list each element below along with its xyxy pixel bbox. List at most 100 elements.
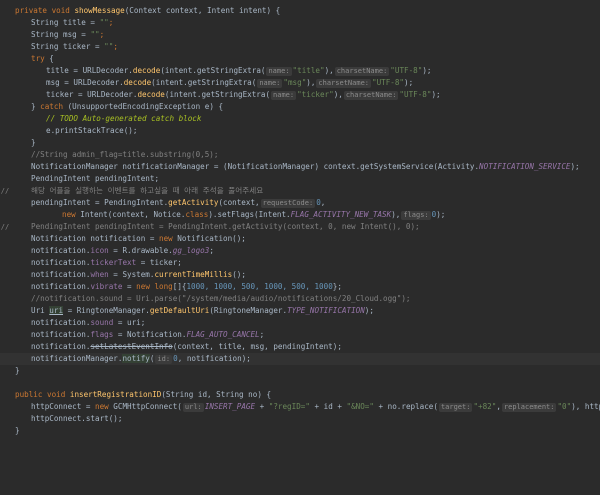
code-token: (UnsupportedEncodingException e) { xyxy=(63,102,224,111)
code-line[interactable]: httpConnect.start(); xyxy=(0,413,600,425)
field: flags xyxy=(90,330,114,339)
code-line[interactable]: notification.icon = R.drawable.gg_logo3; xyxy=(0,245,600,257)
code-line[interactable]: } xyxy=(0,425,600,437)
constant: gg_logo3 xyxy=(172,246,210,255)
method-name: showMessage xyxy=(74,6,125,15)
constant: INSERT_PAGE xyxy=(204,402,256,411)
code-line[interactable]: notification.tickerText = ticker; xyxy=(0,257,600,269)
parameter-hint: charsetName: xyxy=(334,67,390,76)
keyword: new xyxy=(159,234,173,243)
code-token: ; xyxy=(259,330,265,339)
parameter-hint: name: xyxy=(266,67,292,76)
code-token: notification. xyxy=(31,270,91,279)
keyword: public void xyxy=(15,390,70,399)
code-line[interactable]: notification.vibrate = new long[]{1000, … xyxy=(0,281,600,293)
keyword: new xyxy=(62,210,81,219)
comment-marker: // xyxy=(0,187,10,195)
field: icon xyxy=(90,246,109,255)
code-line[interactable]: notification.when = System.currentTimeMi… xyxy=(0,269,600,281)
code-token: ; xyxy=(99,30,105,39)
code-line[interactable]: title = URLDecoder.decode(intent.getStri… xyxy=(0,65,600,77)
code-line[interactable]: //String admin_flag=title.substring(0,5)… xyxy=(0,149,600,161)
code-token: (String id, String no) { xyxy=(161,390,272,399)
deprecated-method: setLatestEventInfo xyxy=(90,342,173,351)
parameter-hint: requestCode: xyxy=(260,199,316,208)
code-line[interactable]: } xyxy=(0,137,600,149)
string-literal: "?regID=" xyxy=(268,402,310,411)
method-name: currentTimeMillis xyxy=(154,270,233,279)
code-editor[interactable]: private void showMessage(Context context… xyxy=(0,0,600,495)
code-token: ); xyxy=(404,78,414,87)
method-name: decode xyxy=(123,78,152,87)
code-token: notification. xyxy=(31,258,91,267)
code-token: = Notification. xyxy=(113,330,187,339)
code-line-current[interactable]: notificationManager.notify(id: 0, notific… xyxy=(0,353,600,365)
code-token: ); xyxy=(364,306,374,315)
code-line[interactable]: String ticker = ""; xyxy=(0,41,600,53)
code-token: notification. xyxy=(31,282,91,291)
code-token: + id + xyxy=(309,402,347,411)
code-token: } xyxy=(15,426,20,435)
code-line[interactable]: NotificationManager notificationManager … xyxy=(0,161,600,173)
code-token: ); xyxy=(570,162,580,171)
variable-highlight[interactable]: uri xyxy=(49,306,64,315)
code-line[interactable]: msg = URLDecoder.decode(intent.getString… xyxy=(0,77,600,89)
code-token: (context, xyxy=(218,198,260,207)
code-token: private void xyxy=(15,6,75,15)
code-token: Notification notification = xyxy=(31,234,160,243)
parameter-hint: charsetName: xyxy=(343,91,399,100)
code-line[interactable]: // 해당 어플을 실행하는 이벤트를 하고싶을 때 아래 주석을 풀어주세요 xyxy=(0,185,600,197)
code-line[interactable]: try { xyxy=(0,53,600,65)
code-line[interactable]: e.printStackTrace(); xyxy=(0,125,600,137)
field: when xyxy=(90,270,109,279)
code-line[interactable]: Uri uri = RingtoneManager.getDefaultUri(… xyxy=(0,305,600,317)
method-name: notify xyxy=(122,354,150,363)
code-line[interactable]: PendingIntent pendingIntent; xyxy=(0,173,600,185)
code-line[interactable]: Notification notification = new Notifica… xyxy=(0,233,600,245)
code-line[interactable]: notification.flags = Notification.FLAG_A… xyxy=(0,329,600,341)
code-line[interactable]: ticker = URLDecoder.decode(intent.getStr… xyxy=(0,89,600,101)
code-token: e.printStackTrace(); xyxy=(46,126,138,135)
string-literal: "&NO=" xyxy=(346,402,374,411)
code-line[interactable]: // TODO Auto-generated catch block xyxy=(0,113,600,125)
code-token: GCMHttpConnect( xyxy=(108,402,182,411)
todo-comment: // TODO Auto-generated catch block xyxy=(46,114,202,123)
code-token: }; xyxy=(332,282,342,291)
code-token: notificationManager. xyxy=(31,354,123,363)
code-token: String title = xyxy=(31,18,100,27)
code-line[interactable]: notification.setLatestEventInfo(context,… xyxy=(0,341,600,353)
code-line[interactable]: String msg = ""; xyxy=(0,29,600,41)
code-token: ( xyxy=(149,354,155,363)
method-name: insertRegistrationID xyxy=(69,390,162,399)
method-name: decode xyxy=(132,66,161,75)
code-token: } xyxy=(31,102,41,111)
code-token: Uri xyxy=(31,306,50,315)
keyword: new long xyxy=(136,282,173,291)
code-token: ), xyxy=(306,78,316,87)
code-line[interactable]: } catch (UnsupportedEncodingException e)… xyxy=(0,101,600,113)
parameter-hint: replacement: xyxy=(501,403,557,412)
field: sound xyxy=(90,318,114,327)
method-name: getActivity xyxy=(168,198,219,207)
code-token: PendingIntent pendingIntent; xyxy=(31,174,160,183)
code-token: , xyxy=(320,198,326,207)
code-line[interactable]: new Intent(context, Notice.class).setFla… xyxy=(0,209,600,221)
string-literal: "0" xyxy=(557,402,572,411)
code-line[interactable]: // PendingIntent pendingIntent = PendingI… xyxy=(0,221,600,233)
field: tickerText xyxy=(90,258,137,267)
code-line[interactable]: String title = ""; xyxy=(0,17,600,29)
code-token: ; xyxy=(108,18,114,27)
code-line[interactable]: private void showMessage(Context context… xyxy=(0,5,600,17)
code-token: { xyxy=(44,54,54,63)
code-line[interactable]: } xyxy=(0,365,600,377)
code-line[interactable]: public void insertRegistrationID(String … xyxy=(0,389,600,401)
constant: NOTIFICATION_SERVICE xyxy=(479,162,571,171)
code-line[interactable]: httpConnect = new GCMHttpConnect(url: INS… xyxy=(0,401,600,413)
code-line[interactable]: pendingIntent = PendingIntent.getActivit… xyxy=(0,197,600,209)
code-token: ); xyxy=(436,210,446,219)
code-line[interactable]: //notification.sound = Uri.parse("/syste… xyxy=(0,293,600,305)
code-token: ticker = URLDecoder. xyxy=(46,90,138,99)
code-line[interactable]: notification.sound = uri; xyxy=(0,317,600,329)
code-token: + xyxy=(255,402,269,411)
code-token: String ticker = xyxy=(31,42,105,51)
